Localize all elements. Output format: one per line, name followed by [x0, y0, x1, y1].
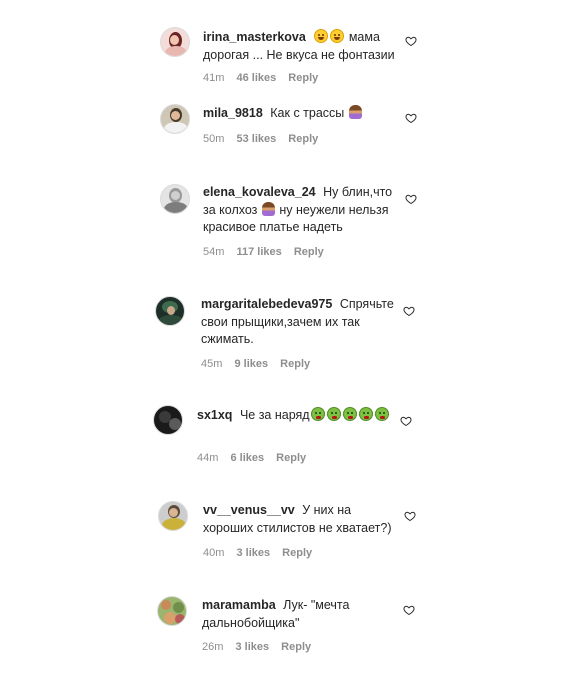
heart-outline-icon[interactable] [404, 510, 416, 522]
nauseated-face-icon [342, 407, 357, 421]
person-gesturing-no-icon [348, 105, 362, 119]
likes-count[interactable]: 117 likes [236, 246, 281, 258]
comment-text: Как с трассы [270, 106, 345, 120]
username[interactable]: irina_masterkova [203, 30, 306, 44]
username[interactable]: margaritalebedeva975 [201, 297, 332, 311]
comment-body: mila_9818 Как с трассы [203, 105, 413, 123]
comment-meta: 26m 3 likes Reply [202, 641, 320, 653]
comment-body: maramamba Лук- "мечта дальнобойщика" [202, 597, 402, 632]
likes-count[interactable]: 3 likes [236, 547, 270, 559]
comment-meta: 40m 3 likes Reply [203, 547, 321, 559]
nauseated-face-icon [326, 407, 341, 421]
timestamp[interactable]: 26m [202, 641, 223, 653]
likes-count[interactable]: 6 likes [230, 452, 264, 464]
reply-button[interactable]: Reply [280, 358, 310, 370]
likes-count[interactable]: 53 likes [236, 133, 276, 145]
avatar[interactable] [157, 596, 187, 626]
person-gesturing-no-icon [261, 201, 275, 216]
comment-body: sx1xq Че за наряд [197, 407, 397, 425]
nauseated-face-icon [310, 407, 325, 421]
heart-outline-icon[interactable] [403, 604, 415, 616]
comment-body: elena_kovaleva_24 Ну блин,что за колхоз … [203, 184, 403, 237]
heart-outline-icon[interactable] [405, 35, 417, 47]
likes-count[interactable]: 3 likes [235, 641, 269, 653]
likes-count[interactable]: 9 likes [234, 358, 268, 370]
face-with-tears-of-joy-icon [330, 29, 345, 43]
likes-count[interactable]: 46 likes [236, 72, 276, 84]
nauseated-face-icon [358, 407, 373, 421]
username[interactable]: sx1xq [197, 408, 232, 422]
comment-meta: 50m 53 likes Reply [203, 133, 327, 145]
timestamp[interactable]: 44m [197, 452, 218, 464]
heart-outline-icon[interactable] [405, 112, 417, 124]
comment-text: Че за наряд [239, 408, 310, 422]
reply-button[interactable]: Reply [288, 72, 318, 84]
timestamp[interactable]: 40m [203, 547, 224, 559]
comment-meta: 44m 6 likes Reply [197, 452, 315, 464]
reply-button[interactable]: Reply [276, 452, 306, 464]
reply-button[interactable]: Reply [288, 133, 318, 145]
comment-body: vv__venus__vv У них на хороших стилистов… [203, 502, 403, 537]
comment-meta: 54m 117 likes Reply [203, 246, 333, 258]
nauseated-face-icon [374, 407, 389, 421]
avatar[interactable] [160, 27, 190, 57]
avatar[interactable] [160, 104, 190, 134]
username[interactable]: maramamba [202, 598, 276, 612]
timestamp[interactable]: 41m [203, 72, 224, 84]
comment-body: margaritalebedeva975 Спрячьте свои прыщи… [201, 296, 401, 349]
timestamp[interactable]: 54m [203, 246, 224, 258]
timestamp[interactable]: 45m [201, 358, 222, 370]
reply-button[interactable]: Reply [294, 246, 324, 258]
comment-body: irina_masterkova мама дорогая ... Не вку… [203, 29, 403, 64]
reply-button[interactable]: Reply [282, 547, 312, 559]
avatar[interactable] [153, 405, 183, 435]
username[interactable]: vv__venus__vv [203, 503, 295, 517]
heart-outline-icon[interactable] [403, 305, 415, 317]
username[interactable]: mila_9818 [203, 106, 263, 120]
timestamp[interactable]: 50m [203, 133, 224, 145]
avatar[interactable] [158, 501, 188, 531]
comment-meta: 41m 46 likes Reply [203, 72, 327, 84]
username[interactable]: elena_kovaleva_24 [203, 185, 316, 199]
avatar[interactable] [160, 184, 190, 214]
heart-outline-icon[interactable] [405, 193, 417, 205]
face-with-tears-of-joy-icon [314, 29, 329, 43]
reply-button[interactable]: Reply [281, 641, 311, 653]
heart-outline-icon[interactable] [400, 415, 412, 427]
avatar[interactable] [155, 296, 185, 326]
comment-meta: 45m 9 likes Reply [201, 358, 319, 370]
